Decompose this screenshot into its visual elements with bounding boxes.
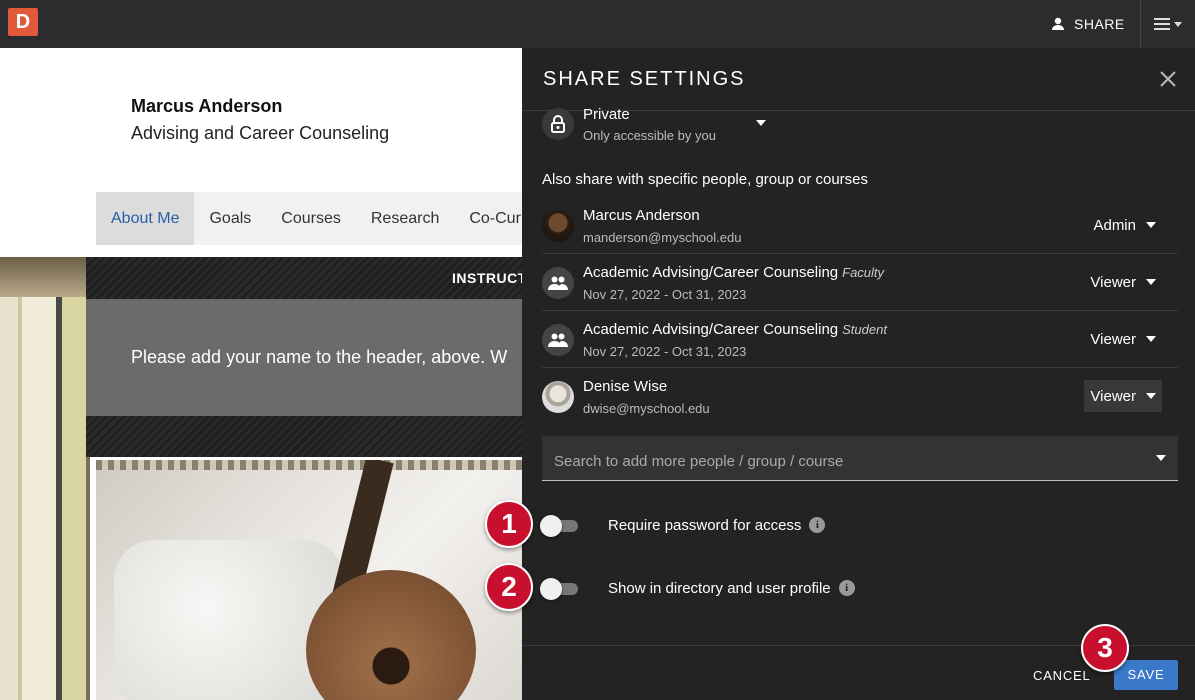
avatar [542,381,574,413]
tab-goals[interactable]: Goals [194,192,266,245]
person-name: Denise Wise [583,378,667,395]
privacy-value: Private [583,106,630,123]
caret-down-icon [1146,336,1156,342]
caret-down-icon [1146,393,1156,399]
directory-toggle-label: Show in directory and user profile [608,579,831,597]
share-button-label: SHARE [1074,16,1125,32]
share-with-heading: Also share with specific people, group o… [542,171,869,188]
save-button[interactable]: SAVE [1114,660,1178,690]
person-name-text: Denise Wise [583,378,668,395]
callout-badge-2: 2 [485,563,533,611]
list-item: Denise Wise dwise@myschool.edu Viewer [542,368,1178,425]
callout-badge-3: 3 [1081,624,1129,672]
caret-down-icon [1146,222,1156,228]
shared-people-list: Marcus Anderson manderson@myschool.edu A… [542,197,1178,425]
person-email: dwise@myschool.edu [583,401,710,416]
permission-select[interactable]: Viewer [1084,380,1162,412]
permission-value: Admin [1093,216,1136,234]
search-input[interactable]: Search to add more people / group / cour… [542,436,1178,481]
privacy-description: Only accessible by you [583,128,716,143]
group-icon [542,267,574,299]
permission-select[interactable]: Admin [1087,209,1162,241]
share-settings-panel: SHARE SETTINGS Private Only accessible b… [522,48,1195,700]
portfolio-page: Marcus Anderson Advising and Career Coun… [0,48,522,700]
directory-toggle-row: Show in directory and user profile i [540,573,1042,603]
group-name: Academic Advising/Career Counseling Stude… [583,321,887,338]
hamburger-icon [1154,18,1170,30]
info-icon[interactable]: i [809,517,826,533]
tab-courses[interactable]: Courses [266,192,356,245]
caret-down-icon [1156,455,1166,461]
permission-value: Viewer [1090,273,1136,291]
password-toggle[interactable] [540,515,578,537]
person-name-text: Marcus Anderson [583,207,700,224]
group-dates: Nov 27, 2022 - Oct 31, 2023 [583,344,747,359]
toggle-knob [540,578,562,600]
owner-department: Advising and Career Counseling [131,123,390,143]
group-role: Student [842,322,887,337]
photo-shelf [96,460,522,470]
list-item: Academic Advising/Career Counseling Stude… [542,311,1178,368]
page-tabs: About Me Goals Courses Research Co-Cur [96,192,522,245]
permission-value: Viewer [1090,330,1136,348]
permission-value: Viewer [1090,387,1136,405]
person-email: manderson@myschool.edu [583,230,742,245]
list-item: Academic Advising/Career Counseling Facul… [542,254,1178,311]
panel-title: SHARE SETTINGS [543,68,746,90]
top-bar: D SHARE [0,0,1195,48]
tab-about-me[interactable]: About Me [96,192,195,245]
group-name-text: Academic Advising/Career Counseling [583,321,839,338]
close-icon [1160,71,1176,87]
group-role: Faculty [842,265,885,280]
cancel-button[interactable]: CANCEL [1029,662,1095,690]
group-name-text: Academic Advising/Career Counseling [583,264,839,281]
panel-header: SHARE SETTINGS [522,48,1195,111]
photo-pillow [114,540,344,700]
privacy-select[interactable]: Private Only accessible by you [542,106,782,156]
person-icon [1052,17,1064,30]
password-toggle-label: Require password for access [608,516,802,534]
avatar [542,210,574,242]
group-icon [542,324,574,356]
close-button[interactable] [1155,66,1181,92]
info-icon[interactable]: i [838,580,855,596]
search-placeholder: Search to add more people / group / cour… [554,453,844,470]
main-menu-button[interactable] [1140,0,1195,48]
password-toggle-row: Require password for access i [540,510,1042,540]
instructions-label: INSTRUCT [452,270,522,286]
lock-icon [542,108,574,140]
person-name: Marcus Anderson [583,207,700,224]
tab-co-curricular[interactable]: Co-Cur [454,192,522,245]
toggle-knob [540,515,562,537]
list-item: Marcus Anderson manderson@myschool.edu A… [542,197,1178,254]
tab-research[interactable]: Research [356,192,454,245]
caret-down-icon [1174,21,1182,27]
guitar-photo [96,460,522,700]
share-button[interactable]: SHARE [1040,0,1140,48]
directory-toggle[interactable] [540,578,578,600]
instructions-text: Please add your name to the header, abov… [131,347,508,367]
permission-select[interactable]: Viewer [1084,323,1162,355]
group-dates: Nov 27, 2022 - Oct 31, 2023 [583,287,747,302]
owner-name: Marcus Anderson [131,96,283,116]
app-logo[interactable]: D [8,8,38,36]
permission-select[interactable]: Viewer [1084,266,1162,298]
group-name: Academic Advising/Career Counseling Facul… [583,264,884,281]
books-image [0,257,90,700]
caret-down-icon [1146,279,1156,285]
callout-badge-1: 1 [485,500,533,548]
caret-down-icon [756,120,766,126]
